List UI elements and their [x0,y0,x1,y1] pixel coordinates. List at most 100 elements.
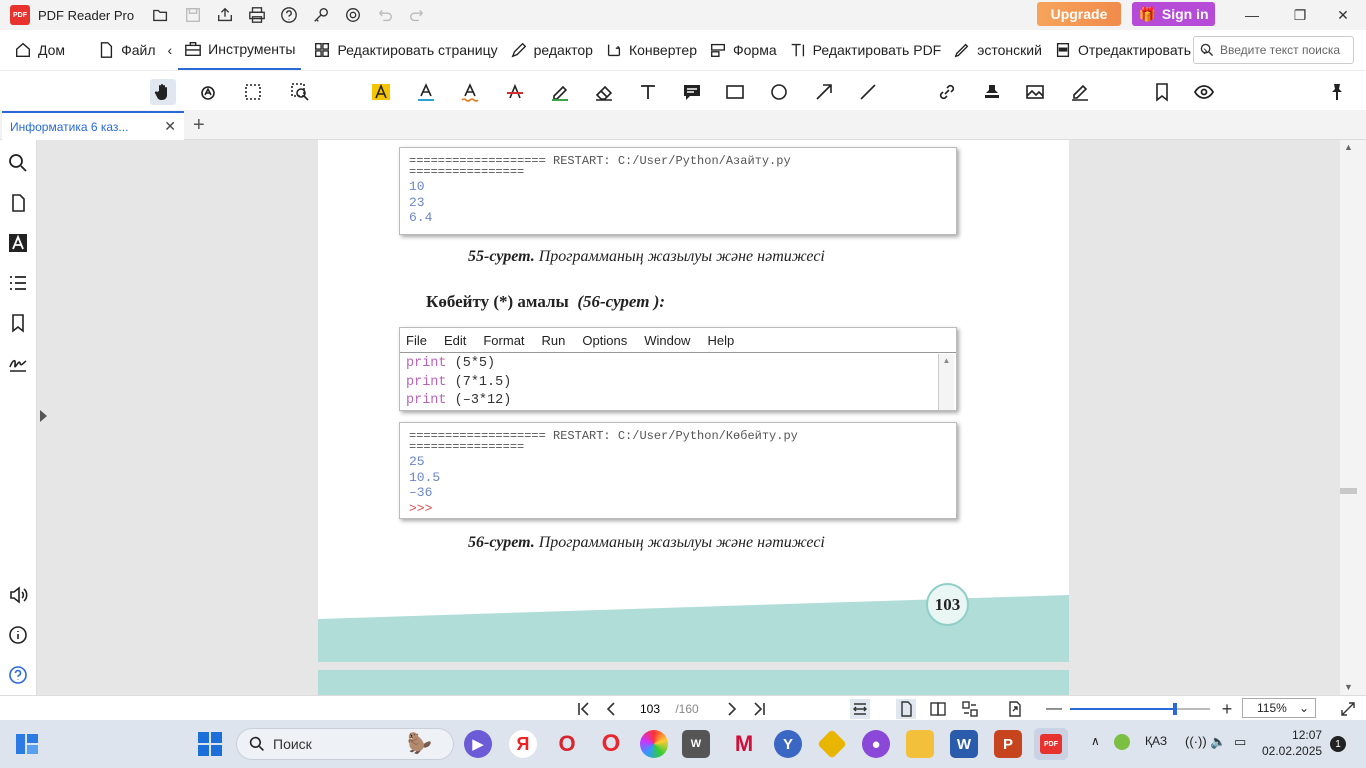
print-icon[interactable] [244,2,270,28]
menu-file[interactable]: Файл [91,30,161,70]
squiggly-tool[interactable] [457,79,483,105]
menu-converter[interactable]: Конвертер [599,30,703,70]
page-layout-icon[interactable] [960,699,980,719]
select-text-tool[interactable] [195,79,221,105]
settings-icon[interactable] [340,2,366,28]
taskbar-app-opera[interactable]: O [597,730,625,758]
maximize-button[interactable]: ❐ [1277,0,1323,30]
pin-toolbar-button[interactable] [1324,79,1350,105]
key-icon[interactable] [308,2,334,28]
link-tool[interactable] [934,79,960,105]
zoom-slider[interactable] [1070,703,1210,715]
taskbar-app-video[interactable]: ▶ [464,730,492,758]
widgets-icon[interactable] [14,732,40,756]
sign-in-button[interactable]: 🎁 Sign in [1132,2,1215,26]
bookmark-tool[interactable] [1149,79,1175,105]
tray-language[interactable]: ҚАЗ [1145,734,1167,748]
last-page-icon[interactable] [750,699,768,719]
sidebar-font-icon[interactable] [7,232,29,254]
note-tool[interactable] [679,79,705,105]
taskbar-app-powerpoint[interactable]: P [994,730,1022,758]
underline-tool[interactable] [413,79,439,105]
taskbar-app-yandex[interactable]: Я [509,730,537,758]
help-icon[interactable] [276,2,302,28]
sidebar-speaker-icon[interactable] [7,584,29,606]
menu-scroll-left[interactable]: ‹ [161,30,178,70]
export-page-icon[interactable] [1005,699,1025,719]
menu-tools[interactable]: Инструменты [178,30,302,70]
taskbar-app-m[interactable]: M [730,730,758,758]
signature-tool[interactable] [1067,79,1093,105]
search-input[interactable] [1220,43,1348,57]
taskbar-app-pdf-reader[interactable]: PDF [1034,728,1068,760]
view-tool[interactable] [1191,79,1217,105]
image-tool[interactable] [1022,79,1048,105]
menu-form[interactable]: Форма [703,30,783,70]
menu-edit-page[interactable]: Редактировать страницу [307,30,503,70]
single-page-icon[interactable] [896,699,916,719]
hand-tool[interactable] [150,79,176,105]
taskbar-app-tank[interactable]: W [682,730,710,758]
zoom-select[interactable]: 115% ⌄ [1242,698,1316,718]
menu-redact[interactable]: Отредактировать [1048,30,1197,70]
minimize-button[interactable]: — [1229,0,1275,30]
zoom-area-tool[interactable] [287,79,313,105]
ellipse-tool[interactable] [766,79,792,105]
menu-estonian[interactable]: эстонский [947,30,1048,70]
sidebar-info-icon[interactable] [7,624,29,646]
start-button[interactable] [198,732,222,756]
add-tab-button[interactable]: + [193,114,205,137]
taskbar-clock[interactable]: 12:07 02.02.2025 [1262,727,1322,759]
taskbar-app-game[interactable]: ● [862,730,890,758]
taskbar-app-binance[interactable] [817,729,847,759]
close-window-button[interactable]: ✕ [1320,0,1366,30]
tray-chevron-up-icon[interactable]: ∧ [1091,734,1100,748]
prev-page-icon[interactable] [602,699,620,719]
page-number-input[interactable] [630,699,670,719]
share-icon[interactable] [212,2,238,28]
search-box[interactable] [1193,36,1354,64]
scroll-up-arrow-icon[interactable]: ▲ [1344,142,1353,152]
redo-icon[interactable] [404,2,430,28]
scrollbar-thumb[interactable] [1340,488,1357,494]
first-page-icon[interactable] [575,699,593,719]
sidebar-bookmark-icon[interactable] [7,312,29,334]
open-folder-icon[interactable] [148,2,174,28]
strikethrough-tool[interactable] [502,79,528,105]
zoom-out-button[interactable]: — [1046,699,1062,719]
tray-app-icon[interactable] [1114,734,1130,750]
sidebar-signature-icon[interactable] [7,352,29,374]
zoom-slider-thumb[interactable] [1173,703,1177,715]
fit-width-icon[interactable] [850,699,870,719]
taskbar-search[interactable]: Поиск 🦫 [236,728,454,760]
sidebar-outline-icon[interactable] [7,272,29,294]
battery-icon[interactable]: ▭ [1234,734,1246,750]
upgrade-button[interactable]: Upgrade [1037,2,1121,26]
select-area-tool[interactable] [240,79,266,105]
volume-icon[interactable]: 🔈 [1210,734,1226,750]
stamp-tool[interactable] [979,79,1005,105]
highlight-tool[interactable] [368,79,394,105]
menu-home[interactable]: Дом [8,30,71,70]
collapse-left-panel-icon[interactable] [40,410,47,422]
taskbar-app-y[interactable]: Y [774,730,802,758]
menu-edit-pdf[interactable]: Редактировать PDF [783,30,948,70]
rectangle-tool[interactable] [722,79,748,105]
text-tool[interactable] [635,79,661,105]
wifi-icon[interactable]: ((·)) [1185,734,1207,749]
fullscreen-icon[interactable] [1338,699,1358,719]
save-icon[interactable] [180,2,206,28]
taskbar-app-opera-gx[interactable]: O [553,730,581,758]
vertical-scrollbar[interactable]: ▲ ▼ [1340,140,1366,695]
sidebar-help-icon[interactable] [7,664,29,686]
eraser-tool[interactable] [591,79,617,105]
sidebar-thumbnails-icon[interactable] [7,192,29,214]
notification-badge[interactable]: 1 [1330,736,1346,752]
scroll-down-arrow-icon[interactable]: ▼ [1344,682,1353,692]
zoom-in-button[interactable]: + [1219,699,1235,719]
line-tool[interactable] [855,79,881,105]
document-tab[interactable]: Информатика 6 каз... ✕ [2,111,184,140]
taskbar-app-word[interactable]: W [950,730,978,758]
two-page-icon[interactable] [928,699,948,719]
menu-editor[interactable]: редактор [504,30,599,70]
